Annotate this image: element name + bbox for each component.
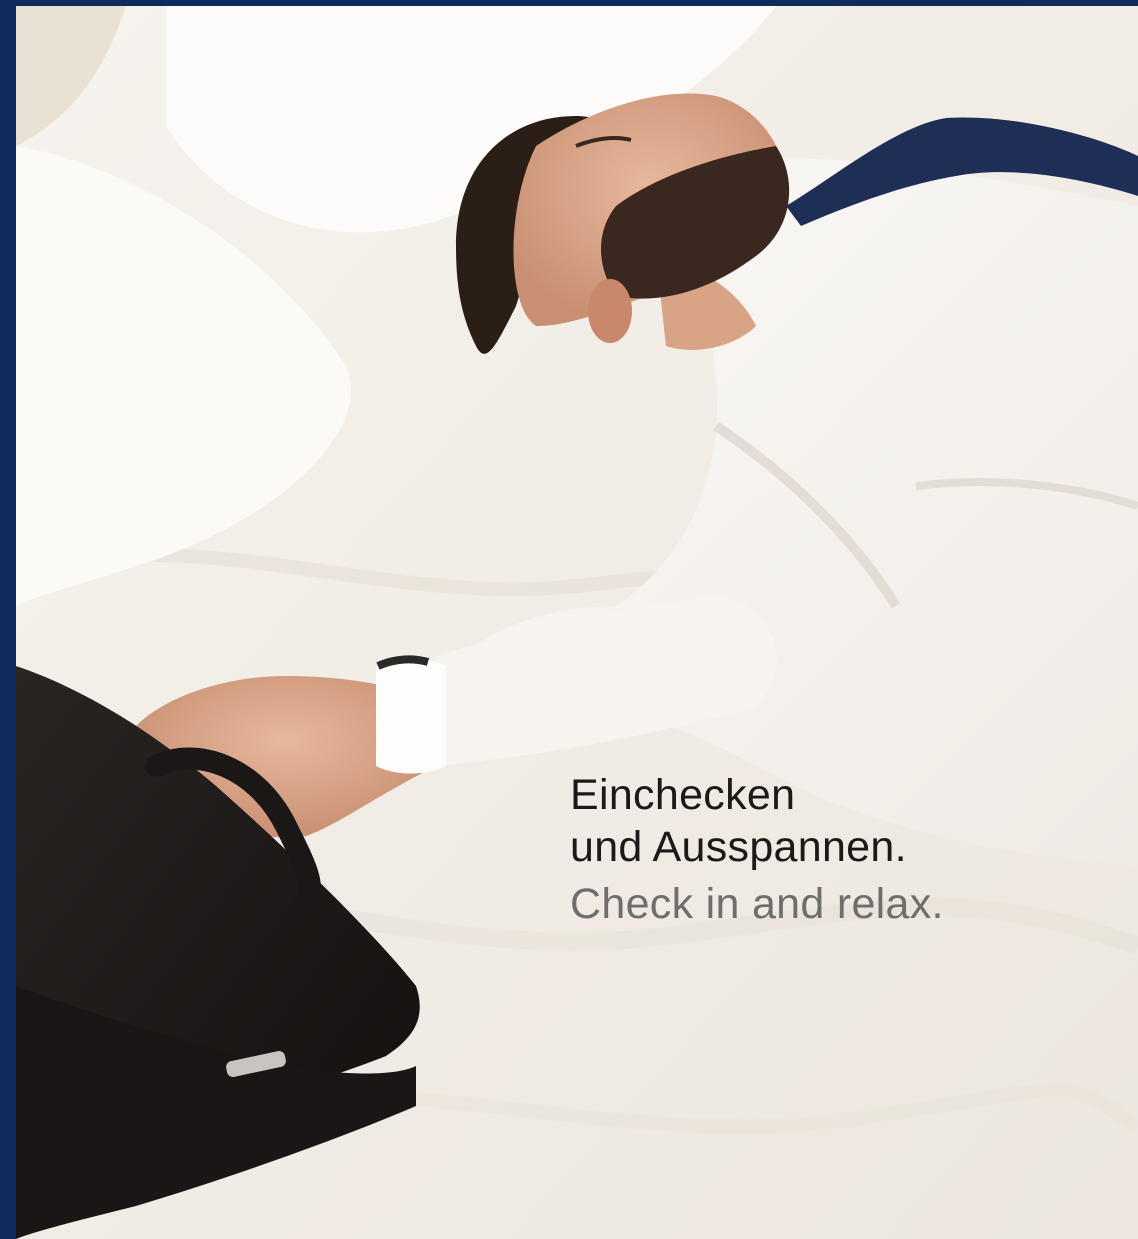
headline-line-2: und Ausspannen. (570, 822, 907, 871)
top-accent-bar (0, 0, 1138, 6)
left-accent-bar (0, 0, 16, 1239)
headline-translation: Check in and relax. (570, 880, 944, 929)
headline-line-1: Einchecken (570, 771, 796, 819)
hotel-promo-page: Einchecken und Ausspannen. Check in and … (0, 0, 1138, 1239)
hero-photo (16, 6, 1138, 1239)
headline-block: Einchecken und Ausspannen. Check in and … (570, 770, 944, 931)
